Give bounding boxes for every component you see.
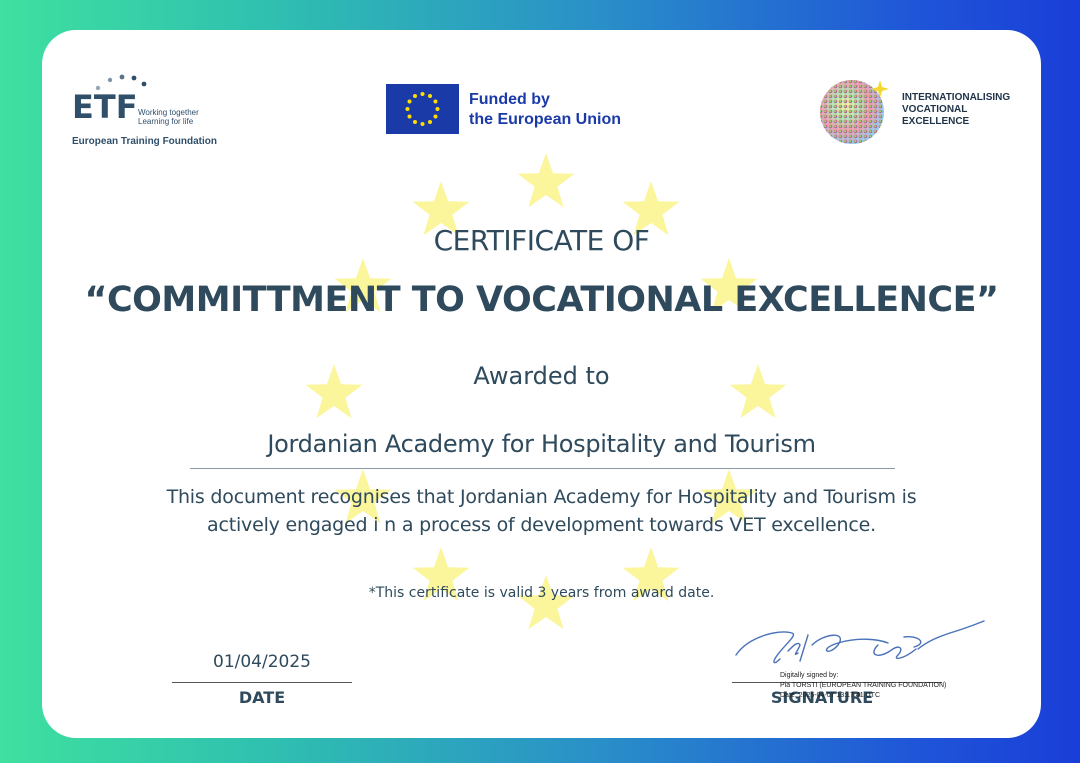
eu-flag-icon bbox=[386, 84, 459, 134]
etf-tagline-line: Working together bbox=[138, 108, 199, 117]
etf-tagline: Working together Learning for life bbox=[138, 108, 199, 126]
ive-logo-line: VOCATIONAL bbox=[902, 104, 968, 115]
date-label: DATE bbox=[238, 688, 286, 707]
etf-logo-letters: ETF bbox=[72, 88, 138, 126]
eu-funding-line: Funded by bbox=[469, 91, 550, 108]
watermark-star bbox=[517, 153, 575, 208]
digital-signature-line: Digitally signed by: bbox=[780, 672, 839, 679]
eu-funding-line: the European Union bbox=[469, 111, 621, 128]
awardee-name: Jordanian Academy for Hospitality and To… bbox=[267, 430, 816, 458]
date-underline bbox=[172, 682, 352, 683]
etf-tagline-line: Learning for life bbox=[138, 117, 194, 126]
digital-signature-stamp: Digitally signed by: Pia TORSTI (EUROPEA… bbox=[780, 671, 946, 701]
certificate-body-line: actively engaged i n a process of develo… bbox=[207, 514, 876, 536]
etf-organisation-name: European Training Foundation bbox=[72, 136, 217, 147]
awardee-underline bbox=[190, 468, 895, 469]
eu-funding-label: Funded by the European Union bbox=[469, 90, 621, 130]
ive-logo-line: INTERNATIONALISING bbox=[902, 92, 1011, 103]
certificate-subtitle: “COMMITTMENT TO VOCATIONAL EXCELLENCE” bbox=[84, 280, 999, 320]
handwritten-signature bbox=[735, 620, 985, 664]
digital-signature-line: Pia TORSTI (EUROPEAN TRAINING FOUNDATION… bbox=[780, 682, 947, 689]
eu-flag-stars bbox=[405, 92, 440, 126]
ive-globe-icon bbox=[820, 80, 889, 144]
certificate-body: This document recognises that Jordanian … bbox=[102, 483, 981, 539]
digital-signature-line: Date: 2025-04-07 13:17:41 UTC bbox=[780, 692, 881, 699]
ive-logo-line: EXCELLENCE bbox=[902, 116, 970, 127]
certificate-card: ETF Working together Learning for life E… bbox=[42, 30, 1041, 738]
ive-logo-text: INTERNATIONALISING VOCATIONAL EXCELLENCE bbox=[902, 92, 1010, 128]
certificate-title: CERTIFICATE OF bbox=[433, 224, 650, 257]
awarded-to-label: Awarded to bbox=[473, 362, 610, 390]
validity-note: *This certificate is valid 3 years from … bbox=[368, 585, 715, 601]
certificate-body-line: This document recognises that Jordanian … bbox=[166, 486, 917, 508]
award-date-value: 01/04/2025 bbox=[213, 652, 311, 672]
watermark-star bbox=[517, 575, 575, 630]
